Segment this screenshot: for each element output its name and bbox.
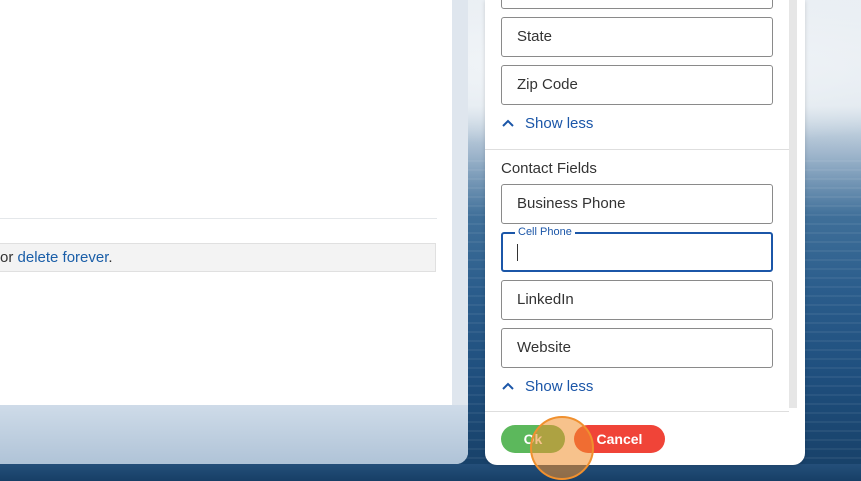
linkedin-field[interactable]: LinkedIn [501, 280, 773, 320]
zip-code-field[interactable]: Zip Code [501, 65, 773, 105]
cell-phone-label: Cell Phone [515, 226, 575, 239]
section-divider [485, 149, 789, 150]
business-phone-field[interactable]: Business Phone [501, 184, 773, 224]
trash-notice-bar: or delete forever. [0, 243, 436, 272]
footer-divider [485, 411, 789, 412]
notice-prefix: or [0, 249, 18, 266]
ok-button[interactable]: Ok [501, 425, 565, 453]
dialog-scrollbar[interactable] [789, 0, 797, 408]
state-field[interactable]: State [501, 17, 773, 57]
chevron-up-icon [501, 377, 515, 397]
address-show-less-link[interactable]: Show less [501, 114, 593, 134]
divider [0, 218, 437, 219]
website-placeholder: Website [517, 339, 571, 356]
show-less-label: Show less [525, 115, 594, 132]
state-placeholder: State [517, 28, 553, 45]
notice-suffix: . [108, 249, 113, 266]
zip-code-placeholder: Zip Code [517, 76, 578, 93]
cell-phone-field[interactable]: Cell Phone [501, 226, 773, 272]
contact-edit-dialog: State Zip Code Show less Contact Fields … [485, 0, 805, 465]
business-phone-placeholder: Business Phone [517, 195, 626, 212]
main-content-panel: or delete forever. [0, 0, 468, 464]
cancel-button[interactable]: Cancel [574, 425, 665, 453]
panel-scrollbar[interactable] [452, 0, 468, 405]
delete-forever-link[interactable]: delete forever [18, 249, 109, 266]
address-field-partial[interactable] [501, 0, 773, 9]
panel-footer-area [0, 405, 468, 464]
linkedin-placeholder: LinkedIn [517, 291, 574, 308]
website-field[interactable]: Website [501, 328, 773, 368]
background-ocean-bottom [0, 464, 861, 481]
text-caret [517, 244, 518, 261]
contact-fields-title: Contact Fields [501, 160, 597, 177]
contact-show-less-link[interactable]: Show less [501, 377, 593, 397]
show-less-label: Show less [525, 378, 594, 395]
chevron-up-icon [501, 114, 515, 134]
